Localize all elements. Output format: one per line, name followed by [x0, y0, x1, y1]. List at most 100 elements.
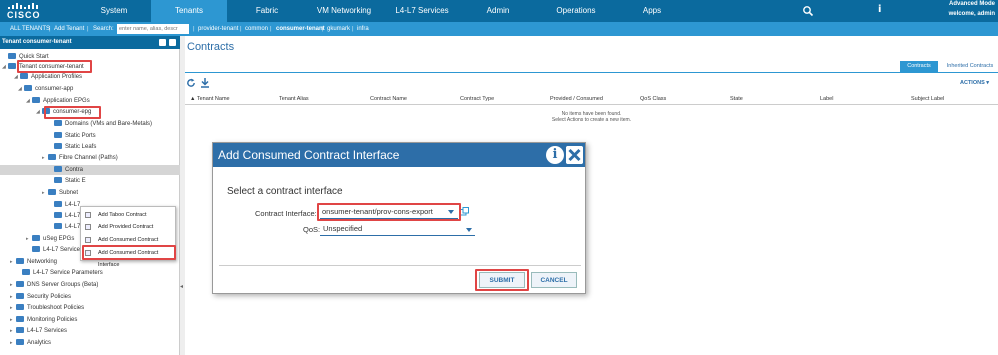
tree-item-fibre-channel[interactable]: ▸ Fibre Channel (Paths)	[42, 153, 118, 163]
tree-item-l4-l7-a[interactable]: L4-L7	[48, 200, 80, 210]
dialog-divider	[219, 265, 581, 266]
tree-item-consumer-app[interactable]: ◢ consumer-app	[18, 84, 73, 94]
tab-operations[interactable]: Operations	[538, 0, 614, 22]
tree-item-application-epgs[interactable]: ◢ Application EPGs	[26, 96, 90, 106]
welcome-user[interactable]: welcome, admin	[949, 11, 995, 17]
qos-select[interactable]: Unspecified	[320, 222, 475, 236]
cancel-button[interactable]: CANCEL	[531, 272, 577, 288]
mode-label[interactable]: Advanced Mode	[949, 1, 995, 7]
tree-item-contracts[interactable]: Contra	[0, 165, 180, 175]
folder-icon	[16, 304, 24, 310]
tree-item-static-ports[interactable]: Static Ports	[48, 131, 96, 141]
info-icon[interactable]: i	[546, 146, 564, 164]
all-tenants-link[interactable]: ALL TENANTS	[10, 22, 50, 36]
tree-item-l4-l7-services[interactable]: ▸ L4-L7 Services	[10, 326, 67, 336]
column-header-qos-class[interactable]: QoS Class	[640, 96, 666, 102]
tenant-link-consumer-tenant[interactable]: consumer-tenant	[276, 22, 325, 36]
tree-item-static-endpoint[interactable]: Static E	[48, 176, 86, 186]
info-icon[interactable]: i	[878, 4, 881, 15]
close-icon[interactable]	[566, 146, 583, 164]
cisco-logo-bars	[8, 3, 38, 9]
search-label: Search:	[93, 26, 114, 32]
column-header-contract-type[interactable]: Contract Type	[460, 96, 494, 102]
subnav-separator: |	[193, 26, 195, 32]
tree-item-dns-server-groups[interactable]: ▸ DNS Server Groups (Beta)	[10, 280, 98, 290]
highlight-box-epg	[44, 106, 101, 119]
folder-icon	[8, 53, 16, 59]
folder-icon	[54, 223, 62, 229]
subnav-separator: |	[270, 26, 272, 32]
tree-item-useg-epgs[interactable]: ▸ uSeg EPGs	[26, 234, 74, 244]
folder-icon	[16, 327, 24, 333]
collapse-all-icon[interactable]	[159, 39, 166, 46]
folder-icon	[54, 132, 62, 138]
menu-item-icon	[85, 237, 91, 243]
tab-fabric[interactable]: Fabric	[228, 0, 306, 22]
cisco-logo-text: CISCO	[7, 10, 41, 20]
subnav-separator: |	[49, 26, 51, 32]
folder-icon	[16, 316, 24, 322]
search-icon[interactable]	[802, 5, 814, 17]
tab-l4-l7-services[interactable]: L4-L7 Services	[384, 0, 460, 22]
column-header-subject-label[interactable]: Subject Label	[911, 96, 944, 102]
column-header-label[interactable]: Label	[820, 96, 833, 102]
column-header-tenant-name[interactable]: ▲ Tenant Name	[190, 96, 230, 102]
folder-icon	[22, 269, 30, 275]
tab-vm-networking[interactable]: VM Networking	[306, 0, 382, 22]
qos-label: QoS:	[303, 225, 321, 234]
column-header-contract-name[interactable]: Contract Name	[370, 96, 407, 102]
folder-icon	[16, 293, 24, 299]
tab-admin[interactable]: Admin	[460, 0, 536, 22]
tree-item-networking[interactable]: ▸ Networking	[10, 257, 57, 267]
tree-item-security-policies[interactable]: ▸ Security Policies	[10, 292, 71, 302]
tree-item-troubleshoot-policies[interactable]: ▸ Troubleshoot Policies	[10, 303, 84, 313]
tree-item-application-profiles[interactable]: ◢ Application Profiles	[14, 72, 82, 82]
tab-inherited-contracts[interactable]: Inherited Contracts	[942, 61, 998, 72]
folder-icon	[54, 201, 62, 207]
tree-item-l4-l7-b[interactable]: L4-L7	[48, 211, 80, 221]
empty-state-hint: Select Actions to create a new item.	[551, 117, 632, 123]
refresh-icon[interactable]	[186, 78, 196, 88]
tree-item-monitoring-policies[interactable]: ▸ Monitoring Policies	[10, 315, 77, 325]
tenant-link-gkumark[interactable]: gkumark	[327, 22, 350, 36]
tenant-search-input[interactable]	[117, 24, 189, 34]
tab-tenants[interactable]: Tenants	[151, 0, 227, 22]
menu-item-add-taboo-contract[interactable]: Add Taboo Contract	[81, 209, 177, 221]
tenant-link-infra[interactable]: infra	[357, 22, 369, 36]
tree-item-analytics[interactable]: ▸ Analytics	[10, 338, 51, 348]
highlight-box-menu-item	[82, 245, 176, 260]
add-consumed-contract-interface-dialog: Add Consumed Contract Interface i Select…	[212, 142, 586, 294]
external-link-icon[interactable]	[460, 207, 469, 216]
collapse-arrow-icon[interactable]: ◂	[180, 283, 183, 290]
chevron-down-icon[interactable]	[466, 228, 472, 232]
folder-icon	[20, 73, 28, 79]
tree-item-l4-l7-service-parameters[interactable]: L4-L7 Service Parameters	[16, 268, 103, 278]
tenant-link-common[interactable]: common	[245, 22, 268, 36]
refresh-tree-icon[interactable]	[169, 39, 176, 46]
tab-contracts[interactable]: Contracts	[900, 61, 938, 72]
tab-underline	[185, 72, 998, 73]
subnav-separator: |	[240, 26, 242, 32]
tree-item-domains[interactable]: Domains (VMs and Bare-Metals)	[48, 119, 152, 129]
folder-icon	[54, 212, 62, 218]
navigation-tree-panel: Tenant consumer-tenant Quick Start ◢ Tena…	[0, 36, 180, 355]
table-header: ▲ Tenant Name Tenant Alias Contract Name…	[185, 95, 998, 105]
cisco-logo[interactable]: CISCO	[6, 3, 56, 20]
tree-item-static-leafs[interactable]: Static Leafs	[48, 142, 96, 152]
tree-item-subnets[interactable]: ▸ Subnet	[42, 188, 78, 198]
tenant-link-provider-tenant[interactable]: provider-tenant	[198, 22, 238, 36]
folder-icon	[32, 97, 40, 103]
folder-icon	[48, 189, 56, 195]
column-header-state[interactable]: State	[730, 96, 743, 102]
folder-icon	[54, 143, 62, 149]
tab-system[interactable]: System	[79, 0, 149, 22]
add-tenant-link[interactable]: Add Tenant	[54, 22, 84, 36]
column-header-provided-consumed[interactable]: Provided / Consumed	[550, 96, 603, 102]
download-icon[interactable]	[200, 77, 210, 88]
tab-apps[interactable]: Apps	[614, 0, 690, 22]
menu-item-add-provided-contract[interactable]: Add Provided Contract	[81, 221, 177, 233]
column-header-tenant-alias[interactable]: Tenant Alias	[279, 96, 309, 102]
page-title: Contracts	[187, 41, 235, 53]
actions-dropdown[interactable]: ACTIONS ▾	[960, 80, 989, 86]
tenant-icon	[8, 63, 16, 69]
